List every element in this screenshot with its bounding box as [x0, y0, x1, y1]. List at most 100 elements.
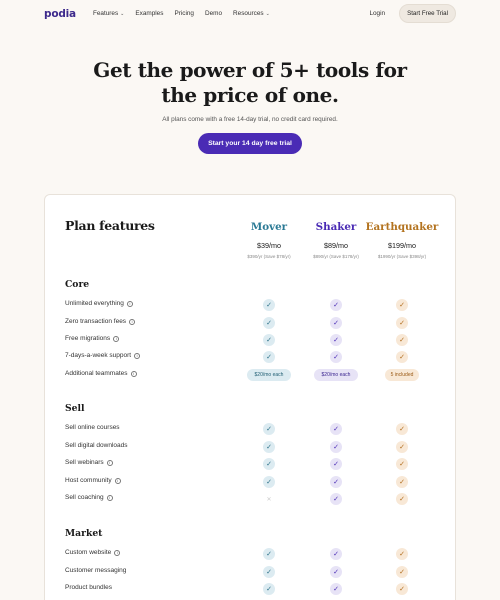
feature-label: Product bundles	[65, 584, 112, 591]
check-icon: ✓	[263, 566, 275, 578]
check-icon: ✓	[263, 423, 275, 435]
table-row: Additional teammates i $20/mo each $20/mo…	[45, 368, 457, 382]
teammates-mover-value: $20/mo each	[247, 369, 291, 381]
nav-demo[interactable]: Demo	[205, 10, 222, 17]
feature-courses-label: Sell online courses	[65, 424, 120, 431]
check-icon: ✓	[263, 317, 275, 329]
info-icon[interactable]: i	[114, 477, 121, 484]
nav-pricing-label: Pricing	[174, 10, 194, 17]
feature-website-label: Custom website	[65, 549, 112, 556]
feature-label: Host community i	[65, 477, 121, 484]
check-icon: ✓	[330, 566, 342, 578]
plan-earthquaker-yearly: $1990/yr (Save $398/yr)	[377, 254, 427, 259]
info-icon[interactable]: i	[130, 370, 137, 377]
feature-label: 7-days-a-week support i	[65, 352, 141, 359]
feature-label: Unlimited everything i	[65, 300, 133, 307]
check-icon: ✓	[330, 334, 342, 346]
teammates-earthquaker-value: 5 included	[385, 369, 419, 381]
feature-label: Free migrations i	[65, 335, 120, 342]
chevron-down-icon: ⌄	[120, 10, 125, 17]
feature-label: Sell coaching i	[65, 494, 113, 501]
check-icon: ✓	[330, 583, 342, 595]
table-row: Custom website i ✓ ✓ ✓	[45, 547, 457, 561]
info-icon[interactable]: i	[106, 459, 113, 466]
check-icon: ✓	[396, 476, 408, 488]
plan-earthquaker-name: Earthquaker	[365, 221, 439, 233]
section-market: Market	[65, 528, 103, 539]
nav-resources-label: Resources	[233, 10, 264, 17]
section-sell: Sell	[65, 403, 85, 414]
feature-downloads-label: Sell digital downloads	[65, 442, 128, 449]
info-icon[interactable]: i	[106, 494, 113, 501]
feature-unlimited-label: Unlimited everything	[65, 300, 124, 307]
nav-features[interactable]: Features ⌄	[93, 10, 124, 17]
check-icon: ✓	[263, 351, 275, 363]
table-row: 7-days-a-week support i ✓ ✓ ✓	[45, 350, 457, 364]
hero-trial-button[interactable]: Start your 14 day free trial	[198, 133, 302, 154]
table-row: Sell online courses ✓ ✓ ✓	[45, 422, 457, 436]
start-free-trial-button[interactable]: Start Free Trial	[399, 4, 456, 23]
hero-subtitle: All plans come with a free 14-day trial,…	[162, 116, 338, 123]
check-icon: ✓	[396, 299, 408, 311]
check-icon: ✓	[330, 423, 342, 435]
table-row: Free migrations i ✓ ✓ ✓	[45, 333, 457, 347]
nav-examples-label: Examples	[135, 10, 164, 17]
nav-links: Features ⌄ Examples Pricing Demo Resource…	[93, 10, 270, 17]
hero-title-line2: the price of one.	[161, 83, 339, 107]
info-icon[interactable]: i	[134, 352, 141, 359]
check-icon: ✓	[330, 493, 342, 505]
check-icon: ✓	[330, 476, 342, 488]
info-icon[interactable]: i	[129, 318, 136, 325]
check-icon: ✓	[263, 458, 275, 470]
table-row: Sell coaching i ✕ ✓ ✓	[45, 492, 457, 506]
info-icon[interactable]: i	[114, 549, 121, 556]
chevron-down-icon: ⌄	[265, 10, 270, 17]
check-icon: ✓	[396, 441, 408, 453]
table-row: Zero transaction fees i ✓ ✓ ✓	[45, 316, 457, 330]
feature-teammates-label: Additional teammates	[65, 370, 128, 377]
check-icon: ✓	[396, 493, 408, 505]
table-row: Sell digital downloads ✓ ✓ ✓	[45, 440, 457, 454]
check-icon: ✓	[396, 351, 408, 363]
check-icon: ✓	[263, 476, 275, 488]
feature-label: Sell online courses	[65, 424, 120, 431]
section-core: Core	[65, 279, 90, 290]
nav-demo-label: Demo	[204, 10, 223, 17]
check-icon: ✓	[396, 458, 408, 470]
check-icon: ✓	[396, 548, 408, 560]
feature-migrations-label: Free migrations	[65, 335, 111, 342]
feature-label: Sell digital downloads	[65, 442, 128, 449]
check-icon: ✓	[263, 299, 275, 311]
info-icon[interactable]: i	[113, 335, 120, 342]
podia-logo[interactable]: podia	[44, 8, 76, 20]
check-icon: ✓	[330, 441, 342, 453]
plan-features-title: Plan features	[65, 218, 155, 233]
nav-resources[interactable]: Resources ⌄	[233, 10, 270, 17]
check-icon: ✓	[396, 583, 408, 595]
nav-pricing[interactable]: Pricing	[174, 10, 194, 17]
table-row: Sell webinars i ✓ ✓ ✓	[45, 457, 457, 471]
feature-label: Sell webinars i	[65, 459, 113, 466]
info-icon[interactable]: i	[126, 300, 133, 307]
check-icon: ✓	[330, 299, 342, 311]
feature-community-label: Host community	[65, 477, 112, 484]
table-row: Product bundles ✓ ✓ ✓	[45, 582, 457, 596]
check-icon: ✓	[396, 566, 408, 578]
feature-label: Customer messaging	[65, 567, 126, 574]
feature-webinars-label: Sell webinars	[65, 459, 104, 466]
check-icon: ✓	[330, 548, 342, 560]
cross-icon: ✕	[266, 496, 272, 503]
feature-label: Additional teammates i	[65, 370, 137, 377]
nav-examples[interactable]: Examples	[135, 10, 163, 17]
login-link[interactable]: Login	[369, 10, 385, 17]
feature-zero-fees-label: Zero transaction fees	[65, 318, 127, 325]
hero-title-line1: Get the power of 5+ tools for	[93, 58, 407, 82]
check-icon: ✓	[330, 317, 342, 329]
check-icon: ✓	[396, 317, 408, 329]
check-icon: ✓	[396, 334, 408, 346]
hero-title: Get the power of 5+ tools for the price …	[0, 58, 500, 108]
plan-earthquaker-price: $199/mo	[388, 241, 416, 250]
check-icon: ✓	[263, 441, 275, 453]
top-nav: podia Features ⌄ Examples Pricing Demo Re…	[0, 0, 500, 27]
feature-label: Custom website i	[65, 549, 121, 556]
